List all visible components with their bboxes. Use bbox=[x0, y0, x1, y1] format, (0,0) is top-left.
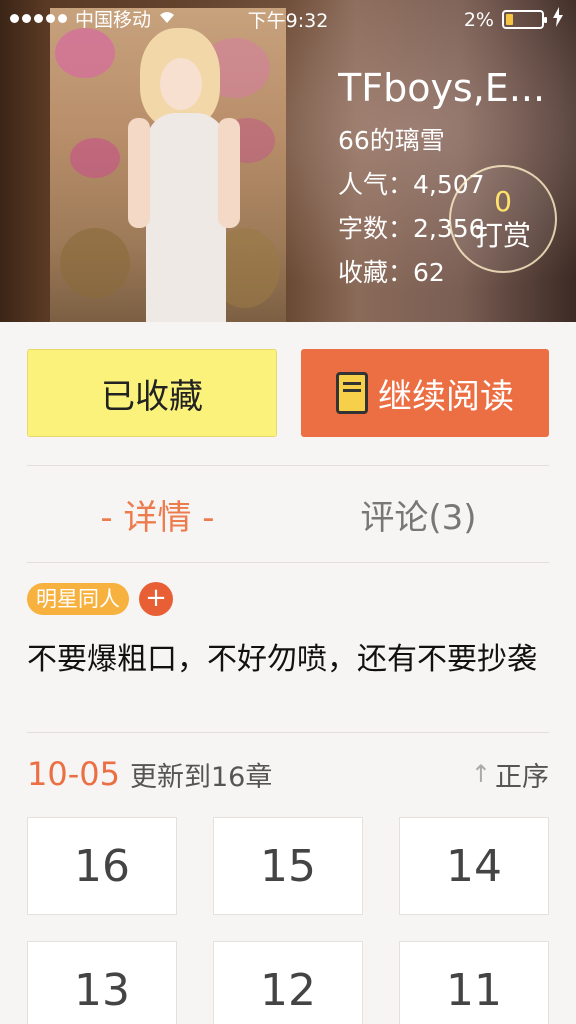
favorites-label: 收藏： bbox=[338, 258, 414, 287]
tag-list: 明星同人 + bbox=[27, 582, 173, 616]
book-header: 中国移动 下午9:32 2% TFboys,E... 66的璃雪 人气：4,50… bbox=[0, 0, 576, 322]
sort-order-label: 正序 bbox=[495, 761, 549, 793]
battery-level-fill bbox=[506, 14, 513, 25]
chapter-button[interactable]: 13 bbox=[27, 941, 177, 1024]
chapter-grid: 16 15 14 13 12 11 bbox=[27, 817, 549, 1024]
add-tag-button[interactable]: + bbox=[139, 582, 173, 616]
sort-order-button[interactable]: ↑ 正序 bbox=[471, 755, 549, 794]
tab-bar: - 详情 - 评论(3) bbox=[27, 466, 549, 562]
book-cover-image[interactable] bbox=[50, 8, 286, 322]
arrow-up-icon: ↑ bbox=[470, 760, 491, 788]
update-text: 更新到16章 bbox=[129, 761, 273, 793]
tip-button[interactable]: 0 打赏 bbox=[449, 165, 557, 273]
update-date: 10-05 bbox=[27, 755, 120, 793]
word-count-label: 字数： bbox=[338, 214, 414, 243]
favorites-value: 62 bbox=[413, 258, 445, 287]
book-description: 不要爆粗口，不好勿喷，还有不要抄袭 bbox=[27, 642, 537, 677]
tab-details[interactable]: - 详情 - bbox=[27, 466, 288, 562]
tab-comments[interactable]: 评论(3) bbox=[288, 466, 549, 562]
tag-celebrity-fanfic[interactable]: 明星同人 bbox=[27, 583, 129, 615]
book-icon bbox=[336, 372, 368, 414]
favorited-label: 已收藏 bbox=[101, 376, 203, 417]
status-bar: 中国移动 下午9:32 2% bbox=[0, 0, 576, 36]
battery-percent: 2% bbox=[463, 8, 494, 31]
chapter-button[interactable]: 16 bbox=[27, 817, 177, 915]
battery-icon bbox=[502, 10, 547, 29]
book-title: TFboys,E... bbox=[338, 66, 546, 110]
chapter-button[interactable]: 14 bbox=[399, 817, 549, 915]
book-author[interactable]: 66的璃雪 bbox=[338, 124, 553, 158]
chapter-button[interactable]: 15 bbox=[213, 817, 363, 915]
divider bbox=[27, 732, 549, 733]
update-info-row: 10-05 更新到16章 ↑ 正序 bbox=[27, 752, 549, 796]
divider bbox=[27, 562, 549, 563]
continue-reading-button[interactable]: 继续阅读 bbox=[301, 349, 549, 437]
popularity-label: 人气： bbox=[338, 170, 414, 199]
continue-reading-label: 继续阅读 bbox=[378, 376, 514, 417]
charging-icon bbox=[552, 7, 564, 32]
chapter-button[interactable]: 11 bbox=[399, 941, 549, 1024]
tip-count: 0 bbox=[494, 185, 512, 218]
tip-label: 打赏 bbox=[474, 219, 531, 252]
chapter-button[interactable]: 12 bbox=[213, 941, 363, 1024]
favorited-button[interactable]: 已收藏 bbox=[27, 349, 277, 437]
